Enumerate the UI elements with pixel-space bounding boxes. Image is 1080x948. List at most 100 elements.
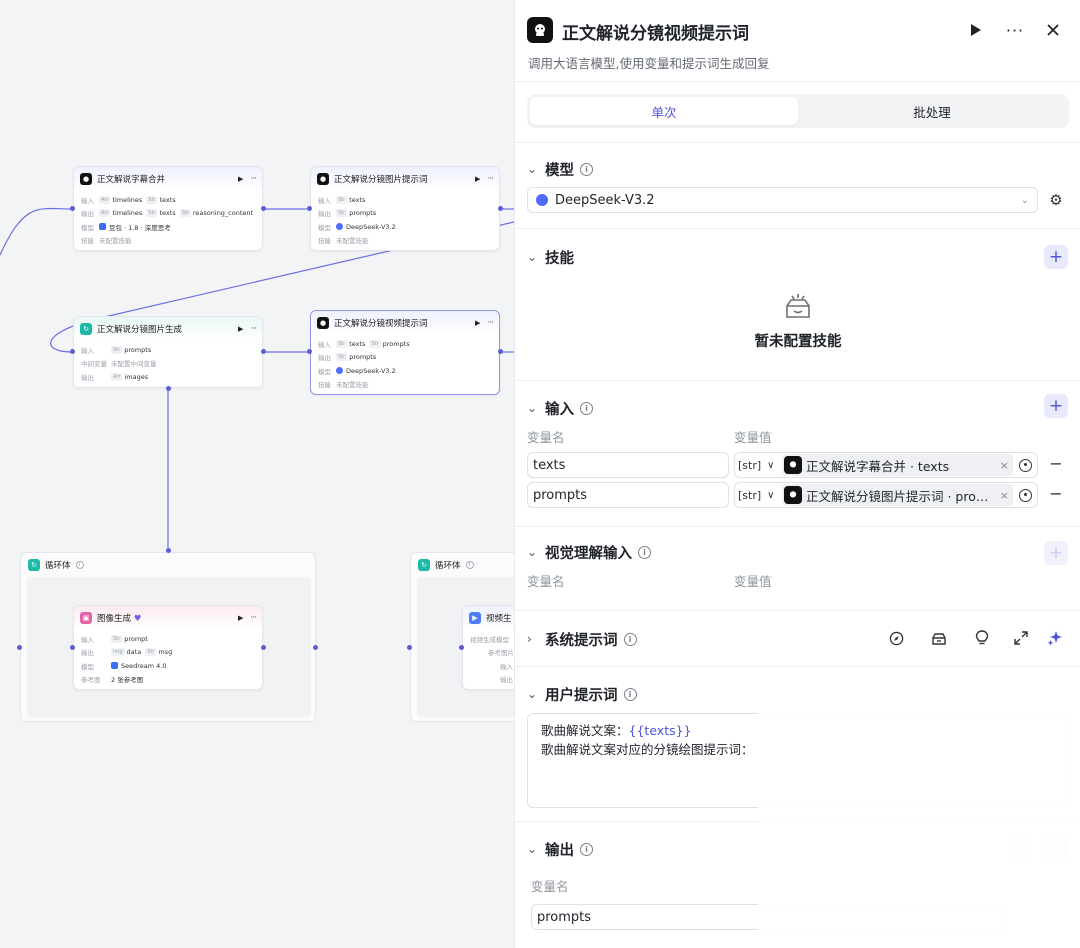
chevron-down-icon: ⌄ <box>527 842 538 856</box>
node-video-gen[interactable]: ▶ 视频生 视频生成模型 参考图片 输入 输出 <box>462 605 514 690</box>
ai-sparkle-icon[interactable] <box>1046 629 1064 647</box>
llm-logo-icon <box>527 17 553 43</box>
skills-section-header[interactable]: ⌄ 技能 <box>527 247 574 267</box>
model-section: ⌄ 模型 i <box>515 142 1080 228</box>
add-input-button[interactable]: + <box>1044 394 1068 418</box>
user-prompt-header[interactable]: ⌄ 用户提示词 i <box>527 684 637 704</box>
input-var-name-field[interactable]: prompts <box>527 482 729 508</box>
expand-icon[interactable] <box>1012 629 1030 647</box>
play-icon[interactable]: ▶ <box>475 175 480 183</box>
info-icon: i <box>75 561 84 569</box>
more-icon[interactable]: ··· <box>487 174 494 184</box>
clear-icon[interactable]: × <box>1000 459 1009 472</box>
target-icon[interactable] <box>1019 488 1032 502</box>
port[interactable] <box>261 349 266 354</box>
ref-chip[interactable]: 正文解说分镜图片提示词 · pro… × <box>782 484 1013 506</box>
port[interactable] <box>17 645 22 650</box>
node-image-gen-batch[interactable]: ↻ 正文解说分镜图片生成 ▶ ··· 输入 Str prompts 中间变量 未配置… <box>73 316 263 388</box>
skills-empty-state: 暂未配置技能 <box>515 292 1080 351</box>
chevron-down-icon: ⌄ <box>527 687 538 701</box>
deepseek-icon <box>336 367 343 375</box>
info-icon: i <box>623 687 637 701</box>
run-mode-tabs: 单次 批处理 <box>527 94 1069 128</box>
model-select[interactable]: DeepSeek-V3.2 ⌄ <box>527 187 1038 213</box>
compass-icon[interactable] <box>887 629 905 647</box>
input-section-header[interactable]: ⌄ 输入 i <box>527 398 593 418</box>
chevron-down-icon: ⌄ <box>1020 194 1029 206</box>
port[interactable] <box>70 349 75 354</box>
type-select[interactable]: [str] ∨ <box>738 459 782 472</box>
node-image-prompt[interactable]: ● 正文解说分镜图片提示词 ▶ ··· 输入 Str texts 输出 Str pr… <box>310 166 500 251</box>
system-prompt-section: › 系统提示词 i <box>515 610 1080 666</box>
port[interactable] <box>166 548 171 553</box>
system-prompt-header[interactable]: › 系统提示词 i <box>527 629 637 649</box>
port[interactable] <box>498 206 503 211</box>
port[interactable] <box>261 206 266 211</box>
node-subtitle-merge[interactable]: ● 正文解说字幕合并 ▶ ··· 输入 Arr timelines Str text… <box>73 166 263 251</box>
node-title: 图像生成 ♥ <box>97 614 142 624</box>
port[interactable] <box>313 645 318 650</box>
input-var-ref-field[interactable]: [str] ∨ 正文解说分镜图片提示词 · pro… × <box>734 482 1038 508</box>
port[interactable] <box>70 645 75 650</box>
play-icon[interactable]: ▶ <box>238 614 243 622</box>
port[interactable] <box>459 645 464 650</box>
workflow-canvas[interactable]: ● 正文解说字幕合并 ▶ ··· 输入 Arr timelines Str text… <box>0 0 514 948</box>
port[interactable] <box>70 206 75 211</box>
port[interactable] <box>166 386 171 391</box>
clear-icon[interactable]: × <box>1000 489 1009 502</box>
doubao-icon <box>99 223 106 231</box>
port[interactable] <box>498 349 503 354</box>
node-image-gen[interactable]: ▣ 图像生成 ♥ ▶ ··· 输入 Str prompt 输出 Img data S… <box>73 605 263 690</box>
add-vision-input-button[interactable]: + <box>1044 541 1068 565</box>
gear-icon[interactable]: ⚙ <box>1046 190 1066 210</box>
more-icon[interactable]: ··· <box>250 324 257 334</box>
tab-batch[interactable]: 批处理 <box>798 97 1066 125</box>
info-icon: i <box>638 545 651 559</box>
loop-icon: ↻ <box>418 559 430 571</box>
edge-in-subtitle-merge <box>0 207 73 256</box>
output-section-header[interactable]: ⌄ 输出 i <box>527 839 593 859</box>
lightbulb-icon[interactable] <box>973 629 991 647</box>
info-icon: i <box>580 401 593 415</box>
more-icon[interactable]: ··· <box>250 174 257 184</box>
seedream-icon <box>111 662 118 670</box>
more-icon[interactable]: ··· <box>1001 16 1029 44</box>
node-config-panel: 正文解说分镜视频提示词 调用大语言模型,使用变量和提示词生成回复 ··· 单次 … <box>514 0 1080 948</box>
heart-icon: ♥ <box>133 614 142 624</box>
loop-icon: ↻ <box>28 559 40 571</box>
play-icon[interactable]: ▶ <box>475 319 480 327</box>
add-skill-button[interactable]: + <box>1044 245 1068 269</box>
remove-input-button[interactable]: − <box>1048 456 1064 473</box>
more-icon[interactable]: ··· <box>487 318 494 328</box>
target-icon[interactable] <box>1019 458 1032 472</box>
info-icon: i <box>580 842 593 856</box>
vision-section-header[interactable]: ⌄ 视觉理解输入 i <box>527 542 651 562</box>
group-header: ↻ 循环体 i <box>418 559 474 571</box>
remove-input-button[interactable]: − <box>1048 486 1064 503</box>
chevron-down-icon: ⌄ <box>527 162 538 176</box>
deepseek-icon <box>336 223 343 231</box>
port[interactable] <box>261 645 266 650</box>
deepseek-icon <box>536 194 548 206</box>
tab-single[interactable]: 单次 <box>530 97 798 125</box>
template-box-icon[interactable] <box>930 629 948 647</box>
ref-chip[interactable]: 正文解说字幕合并 · texts × <box>782 454 1013 476</box>
port[interactable] <box>307 206 312 211</box>
input-var-ref-field[interactable]: [str] ∨ 正文解说字幕合并 · texts × <box>734 452 1038 478</box>
node-title: 正文解说字幕合并 <box>97 175 166 185</box>
close-icon[interactable] <box>1039 16 1067 44</box>
port[interactable] <box>307 349 312 354</box>
run-icon[interactable] <box>962 16 990 44</box>
model-section-header[interactable]: ⌄ 模型 i <box>527 159 593 179</box>
node-title: 正文解说分镜图片生成 <box>97 325 183 335</box>
play-icon[interactable]: ▶ <box>238 175 243 183</box>
more-icon[interactable]: ··· <box>250 613 257 623</box>
node-video-prompt[interactable]: ● 正文解说分镜视频提示词 ▶ ··· 输入 Str texts Str promp… <box>310 310 500 395</box>
play-icon[interactable]: ▶ <box>238 325 243 333</box>
port[interactable] <box>407 645 412 650</box>
vision-input-section: ⌄ 视觉理解输入 i + <box>515 526 1080 610</box>
type-select[interactable]: [str] ∨ <box>738 489 782 502</box>
chevron-down-icon: ⌄ <box>527 401 538 415</box>
panel-title[interactable]: 正文解说分镜视频提示词 <box>562 19 749 44</box>
input-var-name-field[interactable]: texts <box>527 452 729 478</box>
